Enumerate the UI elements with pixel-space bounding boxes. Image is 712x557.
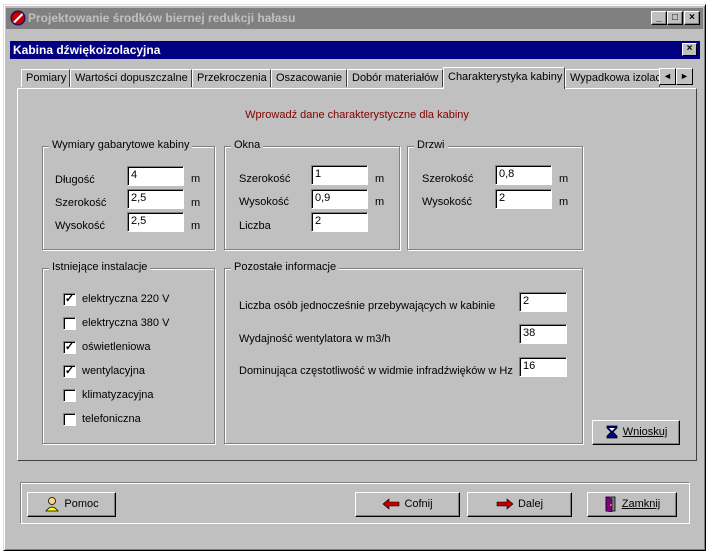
label-czestotliwosc: Dominująca częstotliwość w widmie infrad…	[239, 365, 513, 377]
label-szerokosc-kabiny: Szerokość	[55, 197, 107, 209]
pomoc-button[interactable]: Pomoc	[27, 492, 116, 517]
unit-szerokosc-okna: m	[375, 173, 385, 185]
checkbox-elektryczna-380[interactable]	[63, 317, 76, 330]
checkbox-wentylacyjna[interactable]: ✓	[63, 365, 76, 378]
tab-pomiary[interactable]: Pomiary	[21, 69, 70, 87]
zamknij-label: Zamknij	[621, 498, 661, 510]
cofnij-button[interactable]: Cofnij	[355, 492, 460, 517]
dalej-button[interactable]: Dalej	[467, 492, 572, 517]
zamknij-button[interactable]: Zamknij	[587, 492, 677, 517]
label-wentylacyjna: wentylacyjna	[82, 365, 145, 377]
minimize-button[interactable]: _	[651, 11, 667, 25]
window-titlebar: Projektowanie środków biernej redukcji h…	[6, 8, 703, 29]
dialog-titlebar: Kabina dźwiękoizolacyjna ×	[10, 41, 700, 59]
label-szerokosc-drzwi: Szerokość	[422, 173, 474, 185]
tab-oszacowanie[interactable]: Oszacowanie	[271, 69, 347, 87]
input-wysokosc-drzwi[interactable]: 2	[495, 189, 552, 209]
arrow-left-icon	[382, 498, 400, 510]
checkbox-oswietleniowa[interactable]: ✓	[63, 341, 76, 354]
checkbox-telefoniczna[interactable]	[63, 413, 76, 426]
group-wymiary-title: Wymiary gabarytowe kabiny	[49, 139, 193, 151]
app-icon	[10, 10, 26, 26]
input-szerokosc-okna[interactable]: 1	[311, 165, 368, 185]
label-szerokosc-okna: Szerokość	[239, 173, 291, 185]
unit-wysokosc-okna: m	[375, 196, 385, 208]
instruction-message: Wprowadź dane charakterystyczne dla kabi…	[245, 109, 469, 121]
input-dlugosc[interactable]: 4	[127, 166, 184, 186]
label-wysokosc-kabiny: Wysokość	[55, 220, 106, 232]
dalej-label: Dalej	[517, 498, 544, 510]
dialog-title: Kabina dźwiękoizolacyjna	[13, 43, 161, 57]
wnioskuj-button[interactable]: Wnioskuj	[592, 420, 680, 445]
input-szerokosc-drzwi[interactable]: 0,8	[495, 165, 552, 185]
input-czestotliwosc[interactable]: 16	[519, 357, 567, 377]
label-wysokosc-okna: Wysokość	[239, 196, 290, 208]
pomoc-label: Pomoc	[64, 498, 99, 510]
checkbox-elektryczna-220[interactable]: ✓	[63, 293, 76, 306]
window-close-button[interactable]: ×	[684, 11, 700, 25]
tab-przekroczenia[interactable]: Przekroczenia	[192, 69, 271, 87]
unit-wysokosc-drzwi: m	[559, 196, 569, 208]
label-oswietleniowa: oświetleniowa	[82, 341, 151, 353]
label-liczba-okien: Liczba	[239, 220, 271, 232]
dialog-close-button[interactable]: ×	[682, 43, 697, 56]
wnioskuj-label: Wnioskuj	[622, 426, 668, 438]
group-pozostale-title: Pozostałe informacje	[231, 261, 340, 273]
maximize-button[interactable]: □	[667, 11, 683, 25]
input-wysokosc-kabiny[interactable]: 2,5	[127, 212, 184, 232]
help-person-icon	[45, 497, 60, 512]
unit-szerokosc-drzwi: m	[559, 173, 569, 185]
input-liczba-okien[interactable]: 2	[311, 212, 368, 232]
unit-dlugosc: m	[191, 173, 201, 185]
label-klimatyzacyjna: klimatyzacyjna	[82, 389, 154, 401]
tab-wypadkowa-izolacyjnosc[interactable]: Wypadkowa izolac	[565, 69, 660, 87]
tab-dobor-materialow[interactable]: Dobór materiałów	[347, 69, 443, 87]
group-okna-title: Okna	[231, 139, 264, 151]
label-elektryczna-380: elektryczna 380 V	[82, 317, 170, 329]
label-elektryczna-220: elektryczna 220 V	[82, 293, 170, 305]
tab-scroll-right-icon[interactable]: ►	[676, 68, 693, 85]
unit-wysokosc-kabiny: m	[191, 220, 201, 232]
input-szerokosc-kabiny[interactable]: 2,5	[127, 189, 184, 209]
arrow-right-icon	[496, 498, 514, 510]
input-wysokosc-okna[interactable]: 0,9	[311, 189, 368, 209]
input-liczba-osob[interactable]: 2	[519, 292, 567, 312]
cofnij-label: Cofnij	[404, 498, 433, 510]
tab-scroll-left-icon[interactable]: ◄	[659, 68, 676, 85]
tab-charakterystyka-kabiny[interactable]: Charakterystyka kabiny	[443, 67, 565, 89]
label-wysokosc-drzwi: Wysokość	[422, 196, 473, 208]
label-dlugosc: Długość	[55, 174, 95, 186]
label-telefoniczna: telefoniczna	[82, 413, 141, 425]
door-exit-icon	[605, 496, 616, 513]
checkbox-klimatyzacyjna[interactable]	[63, 389, 76, 402]
hourglass-icon	[606, 425, 618, 439]
group-drzwi-title: Drzwi	[414, 139, 448, 151]
input-wydajnosc-wentylatora[interactable]: 38	[519, 324, 567, 344]
unit-szerokosc-kabiny: m	[191, 197, 201, 209]
group-instalacje-title: Istniejące instalacje	[49, 261, 151, 273]
tab-wartosci-dopuszczalne[interactable]: Wartości dopuszczalne	[70, 69, 192, 87]
label-wydajnosc-wentylatora: Wydajność wentylatora w m3/h	[239, 333, 391, 345]
label-liczba-osob: Liczba osób jednocześnie przebywających …	[239, 300, 496, 312]
window-title: Projektowanie środków biernej redukcji h…	[28, 11, 296, 25]
